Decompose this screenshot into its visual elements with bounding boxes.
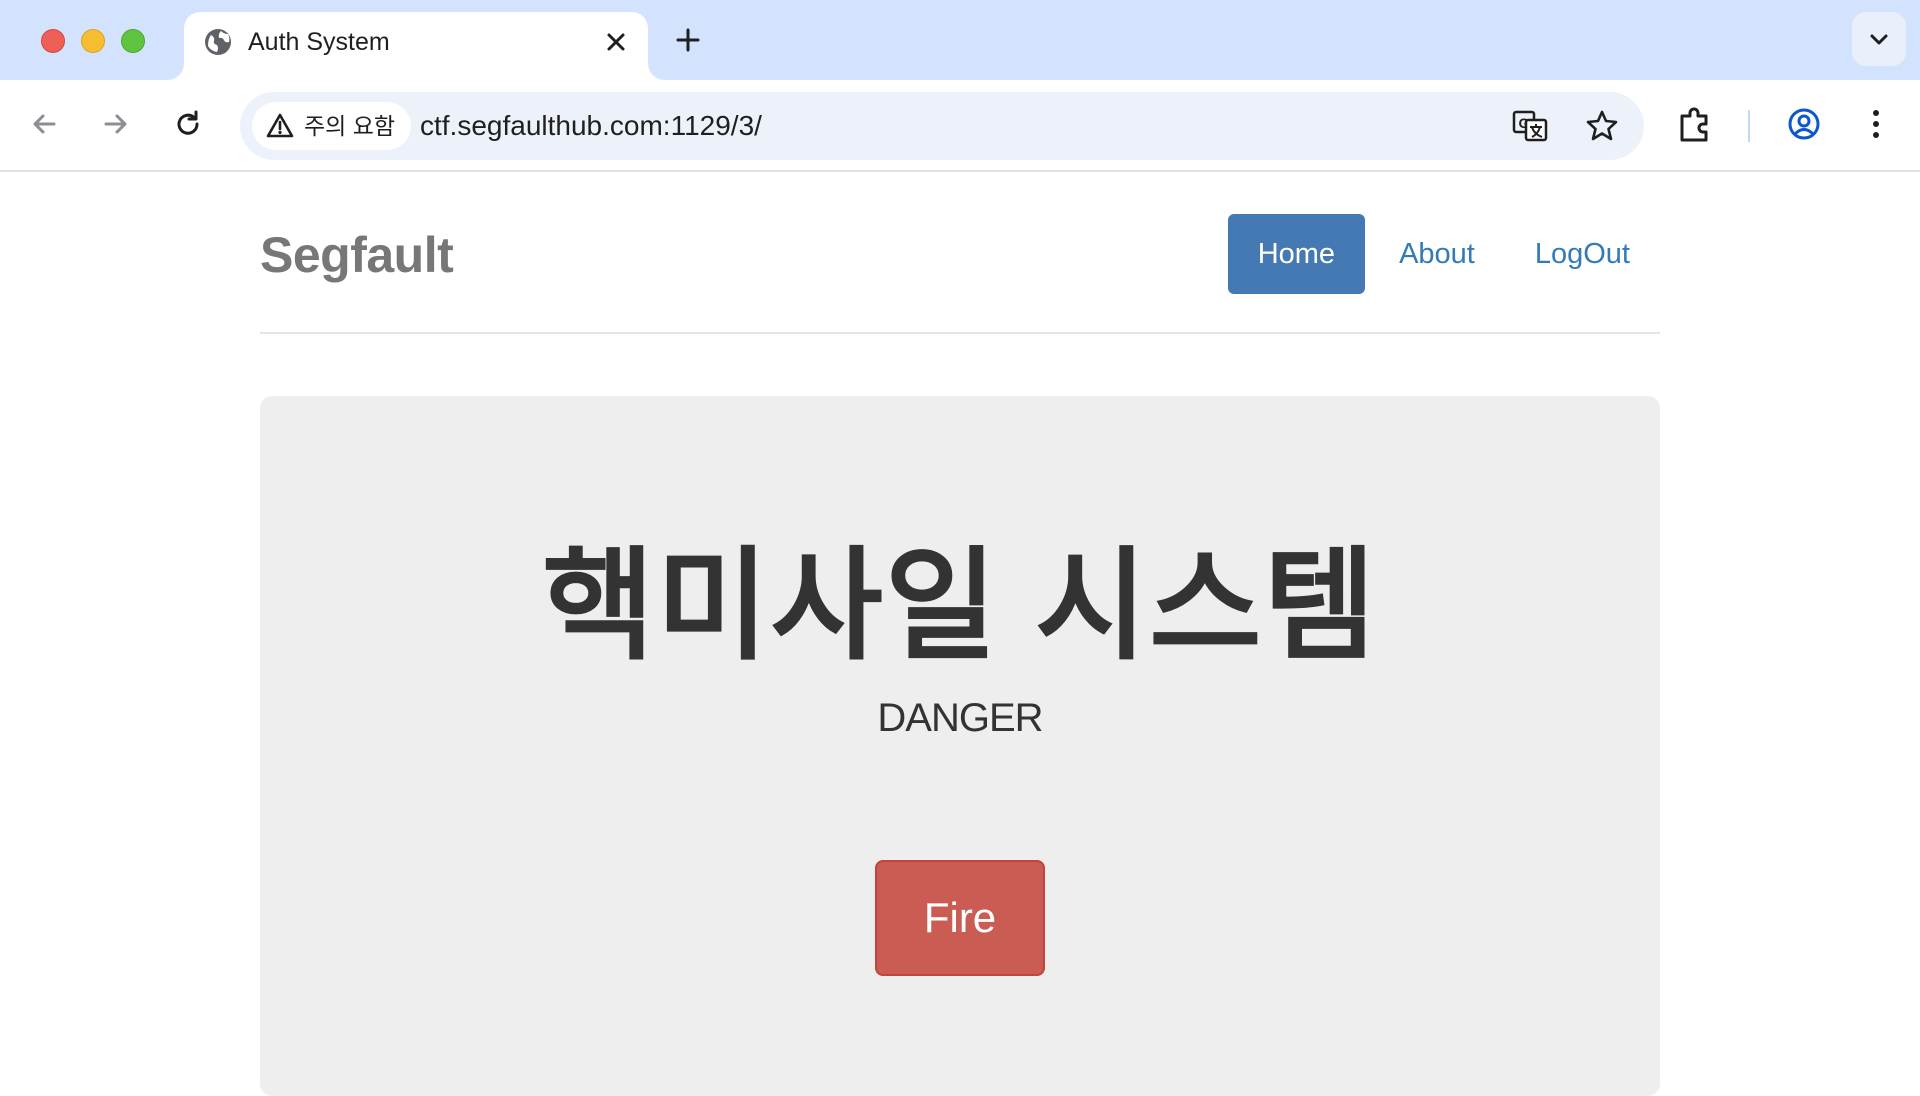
page-content: Segfault Home About LogOut 핵미사일 시스템 DANG…	[0, 174, 1920, 1096]
address-bar[interactable]: 주의 요함 ctf.segfaulthub.com:1129/3/ G	[240, 92, 1644, 160]
browser-tab-active[interactable]: Auth System	[168, 12, 664, 80]
arrow-left-icon	[33, 114, 56, 134]
site-header: Segfault Home About LogOut	[260, 174, 1660, 334]
hero-panel: 핵미사일 시스템 DANGER Fire	[260, 396, 1660, 1096]
security-label: 주의 요함	[304, 113, 396, 139]
site-brand[interactable]: Segfault	[260, 226, 454, 284]
new-tab-icon[interactable]	[670, 22, 706, 58]
close-icon[interactable]	[600, 26, 632, 58]
nav-home[interactable]: Home	[1227, 214, 1366, 294]
fire-button[interactable]: Fire	[875, 860, 1045, 976]
reload-icon	[177, 110, 199, 135]
toolbar-separator	[1748, 110, 1750, 142]
reload-button[interactable]	[166, 102, 210, 146]
extensions-icon[interactable]	[1674, 102, 1718, 146]
security-chip[interactable]: 주의 요함	[252, 102, 412, 150]
nav-logout[interactable]: LogOut	[1505, 214, 1660, 294]
close-window-button[interactable]	[41, 29, 65, 53]
tab-search-button[interactable]	[1852, 12, 1906, 66]
hero-subtitle: DANGER	[877, 696, 1043, 740]
back-button[interactable]	[22, 102, 66, 146]
tab-title: Auth System	[248, 28, 390, 56]
url-text[interactable]: ctf.segfaulthub.com:1129/3/	[420, 110, 762, 142]
site-nav: Home About LogOut	[1227, 214, 1660, 294]
more-menu-icon[interactable]	[1854, 102, 1898, 146]
star-icon[interactable]	[1582, 106, 1622, 146]
chevron-down-icon	[1870, 34, 1888, 45]
arrow-right-icon	[104, 114, 127, 134]
page-container: Segfault Home About LogOut 핵미사일 시스템 DANG…	[260, 174, 1660, 1096]
profile-icon[interactable]	[1782, 102, 1826, 146]
globe-icon	[205, 29, 231, 55]
browser-tabstrip: Auth System	[0, 0, 1920, 80]
browser-toolbar: 주의 요함 ctf.segfaulthub.com:1129/3/ G	[0, 80, 1920, 172]
warning-icon	[266, 113, 294, 138]
translate-icon[interactable]: G	[1510, 106, 1550, 146]
nav-about[interactable]: About	[1369, 214, 1505, 294]
maximize-window-button[interactable]	[121, 29, 145, 53]
forward-button[interactable]	[94, 102, 138, 146]
minimize-window-button[interactable]	[81, 29, 105, 53]
hero-title: 핵미사일 시스템	[542, 538, 1378, 674]
